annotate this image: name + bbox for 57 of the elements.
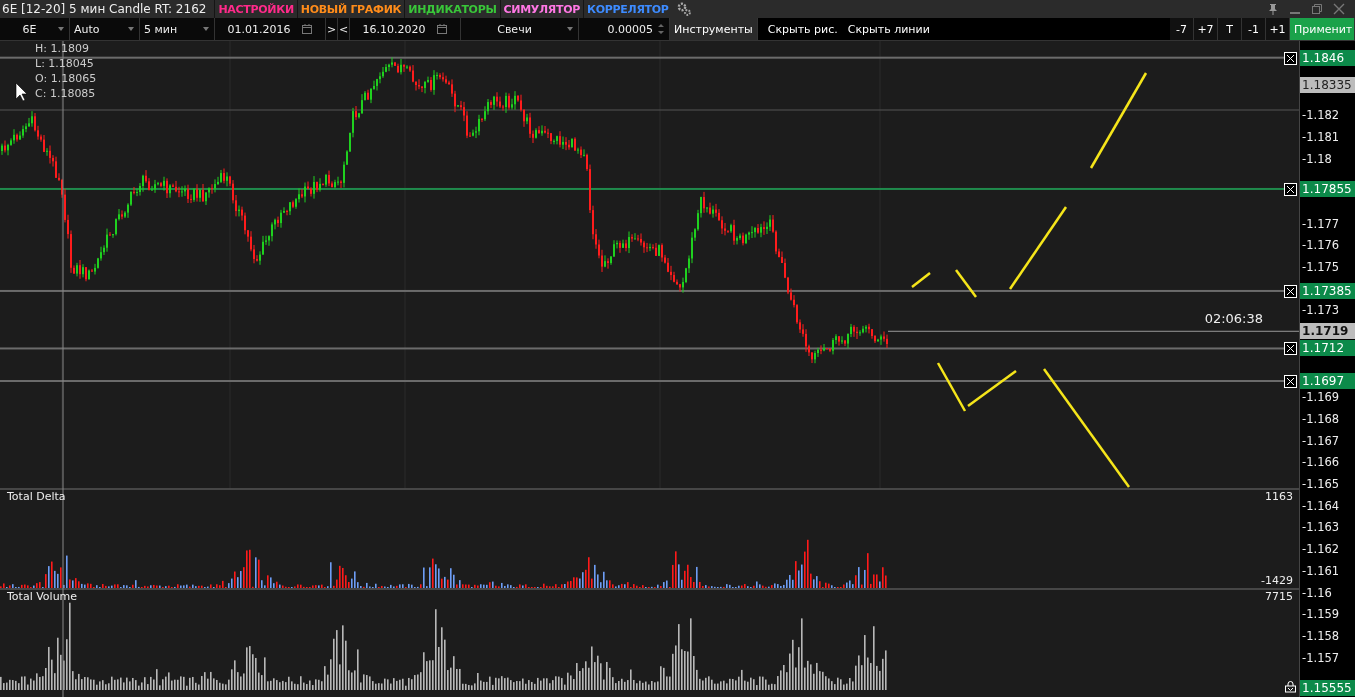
timeframe-dropdown[interactable]: 5 мин xyxy=(140,18,215,40)
ohlc-value: H: 1.1809 xyxy=(35,41,90,56)
panel-label: Total Delta xyxy=(7,490,66,503)
price-tick: -1.169 xyxy=(1302,390,1340,405)
price-tick: -1.175 xyxy=(1302,260,1340,274)
price-tag: 1.1719 xyxy=(1300,323,1355,340)
candle-timer: 02:06:38 xyxy=(1204,311,1264,327)
panel-label: Total Volume xyxy=(7,590,78,603)
menu-item[interactable]: КОРРЕЛЯТОР xyxy=(583,0,672,18)
price-tick: -1.176 xyxy=(1302,238,1340,253)
price-tick: -1.16 xyxy=(1302,585,1332,600)
shift-button[interactable]: +1 xyxy=(1266,18,1290,40)
price-tick: -1.159 xyxy=(1302,607,1340,622)
price-tick: -1.166 xyxy=(1302,455,1340,470)
price-tick: -1.168 xyxy=(1302,411,1340,426)
ohlc-value: O: 1.18065 xyxy=(35,71,97,86)
price-tag: 1.1712 xyxy=(1300,340,1355,357)
panel-max-value: 1163 xyxy=(1265,490,1294,503)
chart-title: 6E [12-20] 5 мин Candle RT: 2162 xyxy=(1,2,208,16)
price-tick: -1.177 xyxy=(1302,216,1340,231)
price-tick: -1.182 xyxy=(1302,108,1340,123)
chart-type-dropdown[interactable]: Свечи xyxy=(461,18,579,40)
symbol-dropdown[interactable]: 6E xyxy=(0,18,70,40)
date-field[interactable]: 16.10.2020 xyxy=(350,18,461,40)
price-tag: 1.18335 xyxy=(1300,76,1355,93)
price-tick: -1.162 xyxy=(1302,542,1340,557)
price-tag: 1.1697 xyxy=(1300,373,1355,389)
price-tag: 1.17385 xyxy=(1300,282,1355,299)
price-tick: -1.173 xyxy=(1302,303,1340,318)
price-tick: -1.161 xyxy=(1302,563,1340,578)
tools-button[interactable]: Инструменты xyxy=(670,18,758,40)
price-tick: -1.165 xyxy=(1302,477,1340,491)
next-button[interactable]: > xyxy=(326,18,338,40)
price-tick: -1.167 xyxy=(1302,433,1340,448)
price-tag: 1.17855 xyxy=(1300,180,1355,197)
shift-button[interactable]: +7 xyxy=(1194,18,1218,40)
ohlc-value: L: 1.18045 xyxy=(35,56,95,71)
price-tick: -1.157 xyxy=(1302,650,1340,665)
date-field[interactable]: 01.01.2016 xyxy=(215,18,326,40)
step-spinner[interactable]: 0.00005 xyxy=(579,18,670,40)
shift-button[interactable]: -1 xyxy=(1242,18,1266,40)
price-tick: -1.164 xyxy=(1302,498,1340,513)
shift-button[interactable]: -7 xyxy=(1170,18,1194,40)
price-tick: -1.18 xyxy=(1302,151,1332,166)
price-tag: 1.15555 xyxy=(1300,680,1355,697)
price-tick: -1.158 xyxy=(1302,628,1340,643)
previous-button[interactable]: < xyxy=(338,18,350,40)
panel-min-value: -1429 xyxy=(1261,574,1294,587)
panel-max-value: 7715 xyxy=(1265,590,1294,603)
menu-item[interactable]: НАСТРОЙКИ xyxy=(214,0,297,18)
price-tick: -1.181 xyxy=(1302,129,1340,144)
shift-button[interactable]: T xyxy=(1218,18,1242,40)
mode-dropdown[interactable]: Auto xyxy=(70,18,140,40)
price-tick: -1.163 xyxy=(1302,520,1340,535)
ohlc-value: C: 1.18085 xyxy=(35,86,97,101)
menu-item[interactable]: НОВЫЙ ГРАФИК xyxy=(296,0,405,18)
price-tag: 1.1846 xyxy=(1300,49,1355,66)
